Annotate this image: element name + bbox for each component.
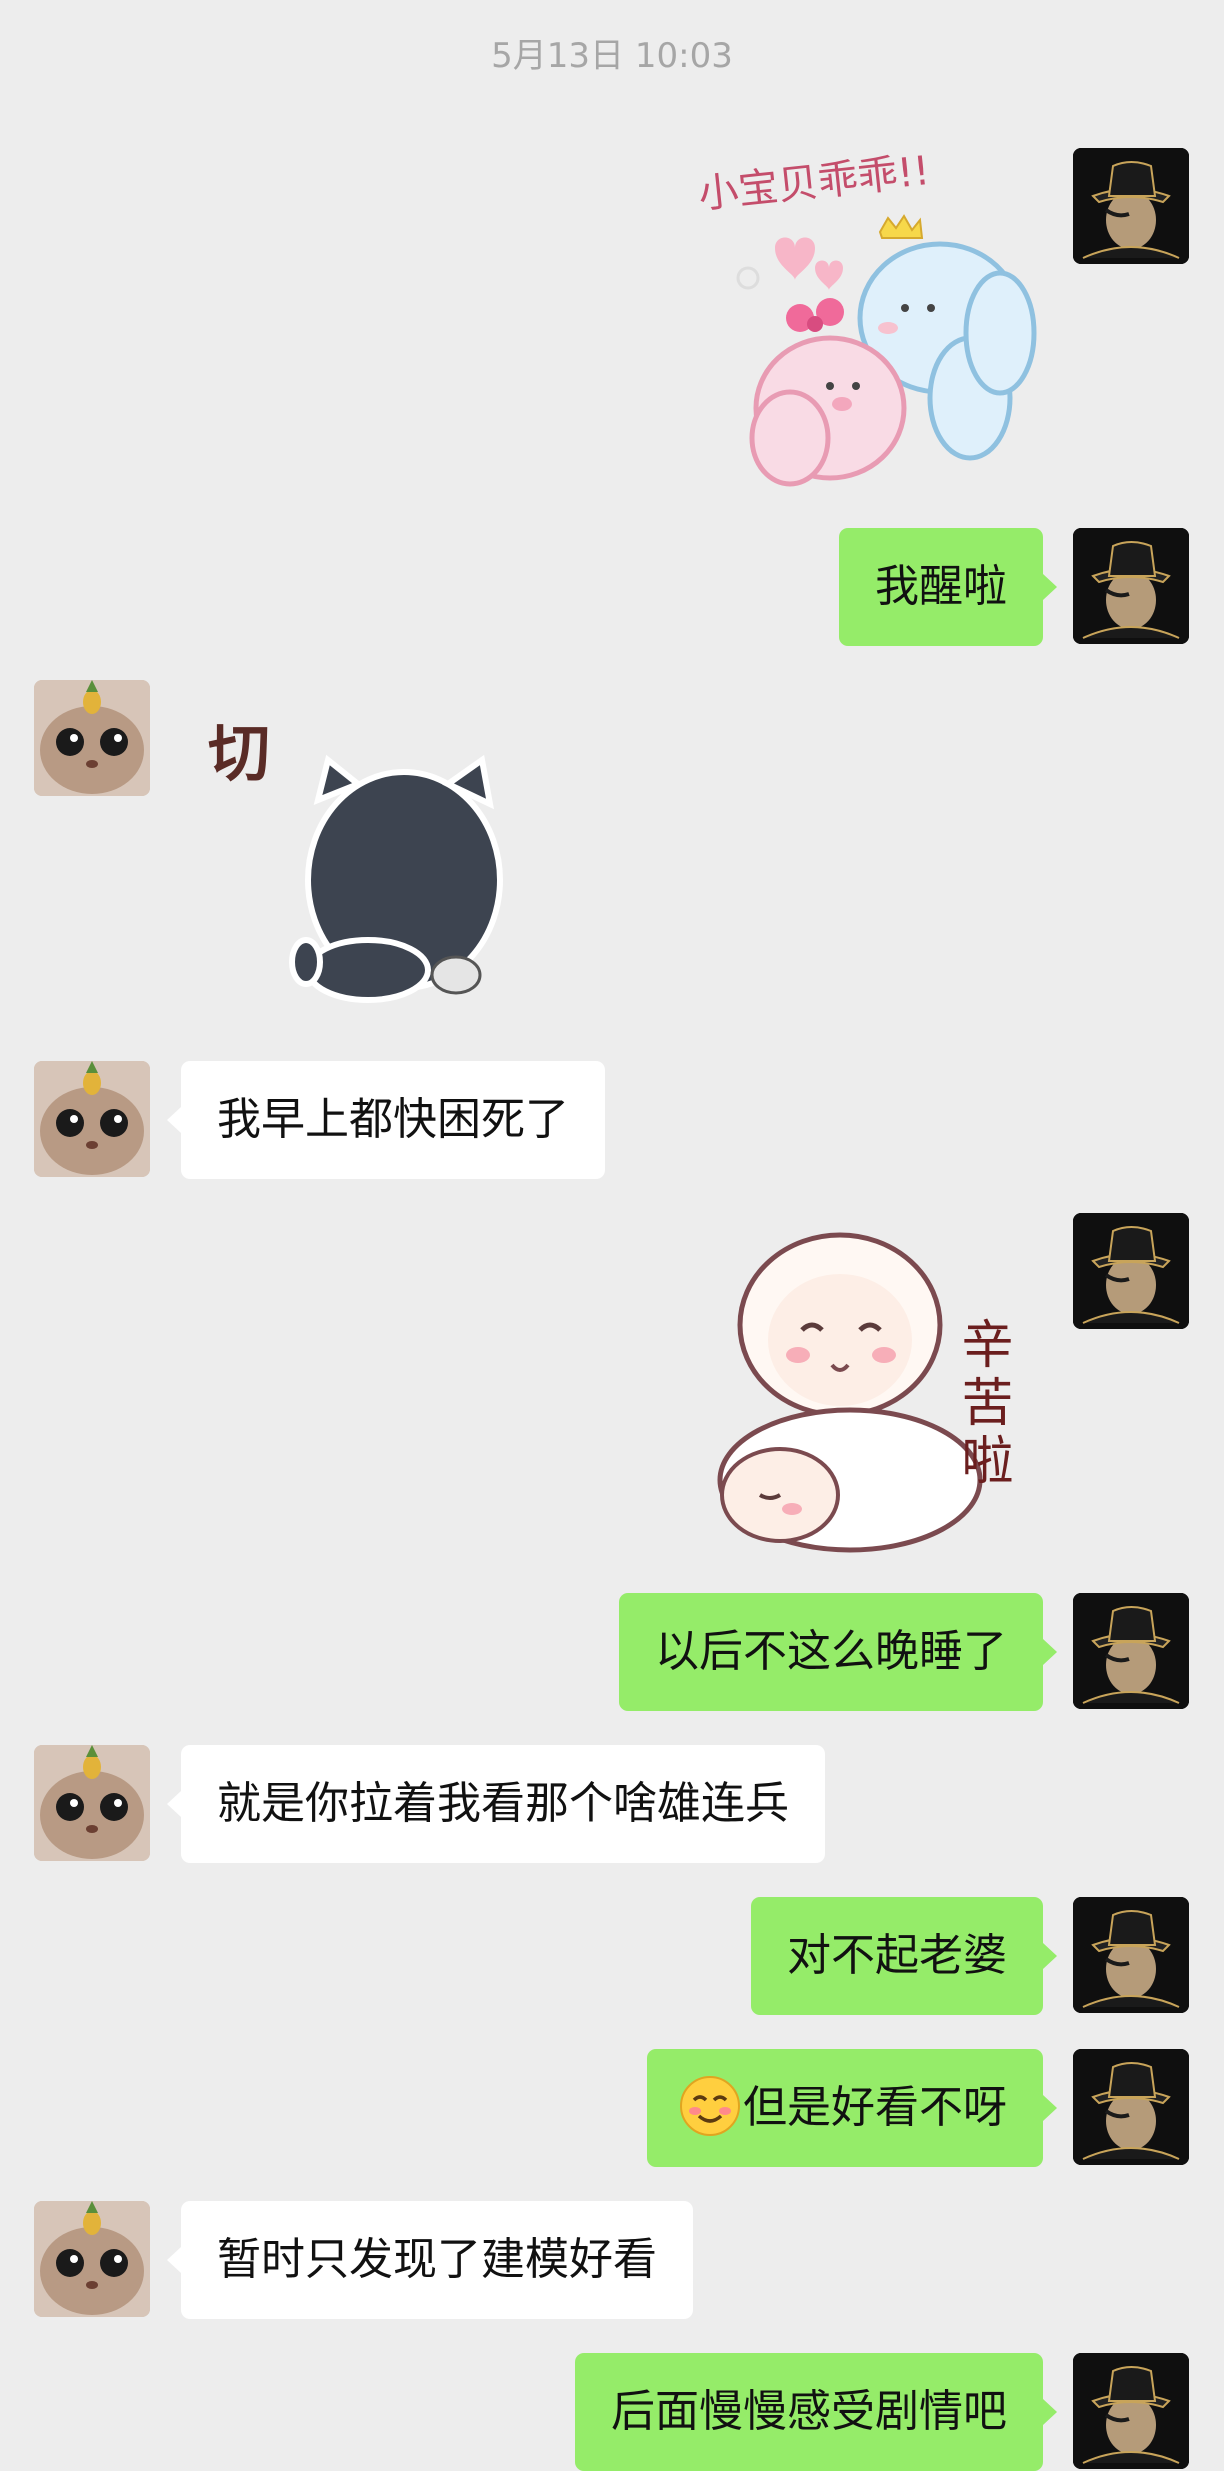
- sticker-little-baby[interactable]: 小宝贝乖乖!!: [680, 148, 1040, 494]
- contact-message-bubble[interactable]: 就是你拉着我看那个啥雄连兵: [167, 1745, 825, 1863]
- cat-pineapple-avatar-icon: [34, 2201, 150, 2317]
- my-message-bubble[interactable]: 对不起老婆: [751, 1897, 1057, 2015]
- cat-pineapple-avatar-icon: [34, 1061, 150, 1177]
- hat-figure-avatar-icon: [1073, 1213, 1189, 1329]
- my-avatar[interactable]: [1073, 2353, 1189, 2469]
- hat-figure-avatar-icon: [1073, 2353, 1189, 2469]
- hat-figure-avatar-icon: [1073, 1897, 1189, 2013]
- message-text: 但是好看不呀: [743, 2082, 1007, 2133]
- blushing-smile-emoji-icon: [679, 2075, 741, 2137]
- hat-figure-avatar-icon: [1073, 528, 1189, 644]
- my-message-bubble[interactable]: 以后不这么晚睡了: [619, 1593, 1057, 1711]
- contact-avatar[interactable]: [34, 1061, 150, 1177]
- my-avatar[interactable]: [1073, 2049, 1189, 2165]
- chat-window: 5月13日 10:03 小宝贝乖乖!! 我醒啦 切 我早上都快困死了 辛苦啦 以…: [0, 0, 1224, 2471]
- contact-message-bubble[interactable]: 暂时只发现了建模好看: [167, 2201, 693, 2319]
- my-message-bubble[interactable]: 我醒啦: [839, 528, 1057, 646]
- message-text: 对不起老婆: [787, 1930, 1007, 1981]
- sticker-caption: 小宝贝乖乖!!: [696, 148, 932, 218]
- hat-figure-avatar-icon: [1073, 2049, 1189, 2165]
- cat-pineapple-avatar-icon: [34, 680, 150, 796]
- message-text: 我早上都快困死了: [217, 1094, 569, 1145]
- message-text: 以后不这么晚睡了: [655, 1626, 1007, 1677]
- message-timestamp: 5月13日 10:03: [491, 36, 733, 76]
- my-message-bubble[interactable]: 但是好看不呀: [647, 2049, 1057, 2167]
- sticker-caption: 辛苦啦: [952, 1317, 1012, 1491]
- message-text: 后面慢慢感受剧情吧: [611, 2386, 1007, 2437]
- my-avatar[interactable]: [1073, 1593, 1189, 1709]
- hat-figure-avatar-icon: [1073, 1593, 1189, 1709]
- my-avatar[interactable]: [1073, 148, 1189, 264]
- message-text: 就是你拉着我看那个啥雄连兵: [217, 1778, 789, 1829]
- contact-message-bubble[interactable]: 我早上都快困死了: [167, 1061, 605, 1179]
- contact-avatar[interactable]: [34, 1745, 150, 1861]
- sticker-qie[interactable]: 切: [198, 700, 518, 1020]
- my-avatar[interactable]: [1073, 1897, 1189, 2013]
- hat-figure-avatar-icon: [1073, 148, 1189, 264]
- contact-avatar[interactable]: [34, 680, 150, 796]
- message-text: 暂时只发现了建模好看: [217, 2234, 657, 2285]
- contact-avatar[interactable]: [34, 2201, 150, 2317]
- cat-pineapple-avatar-icon: [34, 1745, 150, 1861]
- my-avatar[interactable]: [1073, 1213, 1189, 1329]
- sticker-xinku-la[interactable]: 辛苦啦: [700, 1225, 1040, 1555]
- my-message-bubble[interactable]: 后面慢慢感受剧情吧: [575, 2353, 1057, 2471]
- message-text: 我醒啦: [875, 561, 1007, 612]
- my-avatar[interactable]: [1073, 528, 1189, 644]
- sticker-caption: 切: [208, 717, 270, 790]
